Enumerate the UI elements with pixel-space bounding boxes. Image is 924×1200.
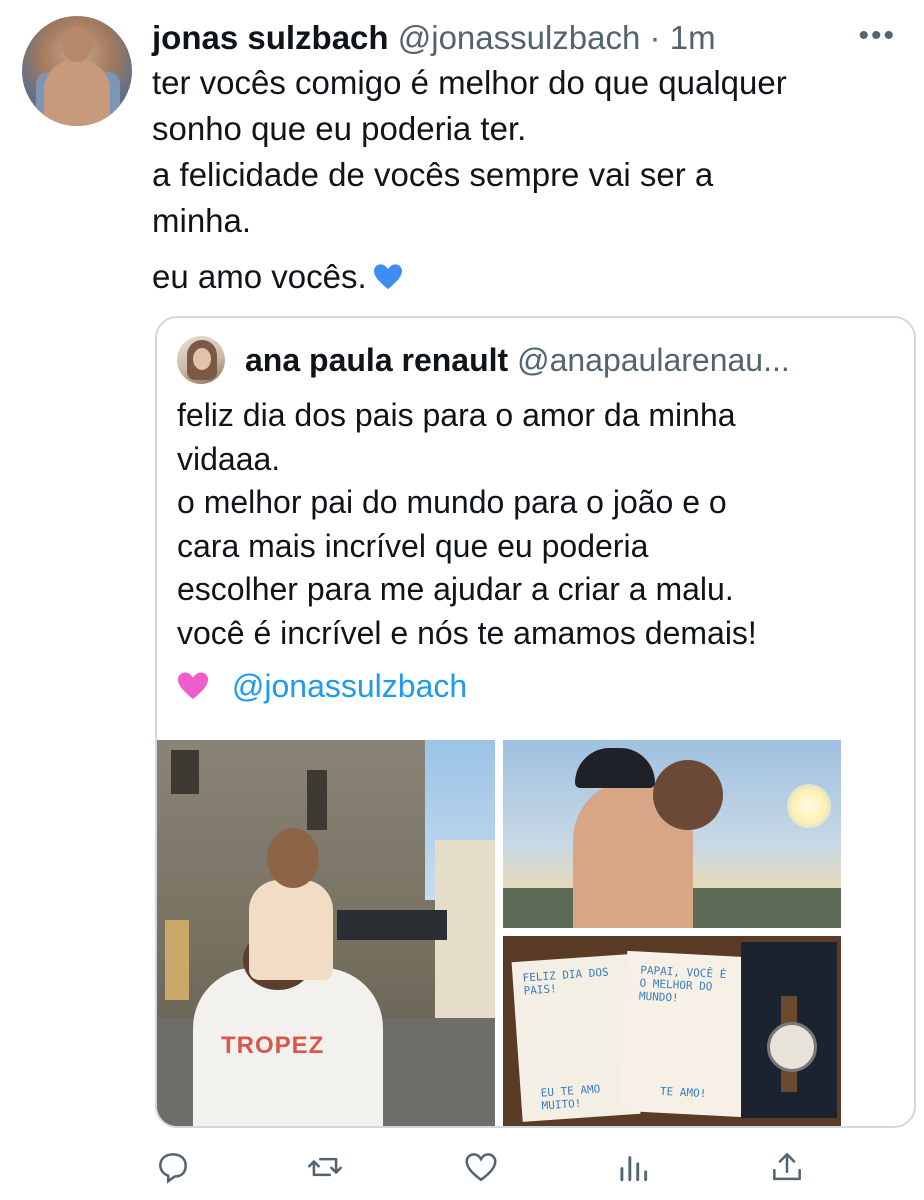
tweet-line: minha. (152, 202, 252, 239)
action-bar (0, 1140, 924, 1190)
retweet-icon[interactable] (306, 1148, 344, 1186)
card-1-bottom: EU TE AMO MUITO! (540, 1082, 601, 1113)
quoted-tweet[interactable]: ana paula renault @anapaularenau... feli… (155, 316, 916, 1128)
photo-cap (575, 748, 655, 788)
like-icon[interactable] (462, 1148, 500, 1186)
quoted-text: feliz dia dos pais para o amor da minha … (177, 394, 897, 655)
card-1-text: FELIZ DIA DOS PAIS! (522, 965, 610, 998)
tweet-line: sonho que eu poderia ter. (152, 110, 527, 147)
photo-shirt-text: TROPEZ (221, 1032, 325, 1059)
photo-awning (337, 910, 447, 940)
photo-cards-watch[interactable]: FELIZ DIA DOS PAIS! EU TE AMO MUITO! PAP… (503, 936, 841, 1126)
photo-kid (249, 880, 333, 980)
tweet-text: ter vocês comigo é melhor do que qualque… (152, 60, 912, 300)
tweet-last-text: eu amo vocês. (152, 258, 367, 295)
photo-kid-head (267, 828, 319, 888)
tweet-last-line: eu amo vocês. (152, 254, 912, 300)
separator-dot: · (649, 19, 661, 56)
author-name[interactable]: jonas sulzbach (152, 19, 389, 56)
card-2-text: PAPAI, VOCÊ É O MELHOR DO MUNDO! (638, 963, 727, 1005)
pink-heart-icon (178, 672, 208, 699)
photo-sun (787, 784, 831, 828)
photo-watch (767, 1022, 817, 1072)
quoted-line: feliz dia dos pais para o amor da minha (177, 397, 736, 433)
author-handle[interactable]: @jonassulzbach (398, 19, 641, 56)
tweet-line: a felicidade de vocês sempre vai ser a (152, 156, 714, 193)
avatar-body (44, 60, 110, 126)
quoted-line: cara mais incrível que eu poderia (177, 527, 649, 564)
photo-window (307, 770, 327, 830)
quoted-header: ana paula renault @anapaularenau... (245, 338, 790, 382)
card-2-bottom: TE AMO! (659, 1084, 707, 1101)
quoted-mention-line: @jonassulzbach (177, 664, 467, 708)
more-options-icon[interactable]: ••• (858, 21, 896, 51)
avatar-head (62, 26, 92, 62)
reply-icon[interactable] (154, 1148, 192, 1186)
author-avatar[interactable] (22, 16, 132, 126)
quoted-line: o melhor pai do mundo para o joão e o (177, 484, 727, 520)
quoted-author-avatar[interactable] (177, 336, 225, 384)
quoted-line: escolher para me ajudar a criar a malu. (177, 571, 734, 607)
tweet: jonas sulzbach @jonassulzbach · 1m ••• t… (0, 0, 924, 1200)
tweet-time[interactable]: 1m (670, 19, 716, 56)
photo-street-father-daughter[interactable]: TROPEZ (157, 740, 495, 1126)
mention-link[interactable]: @jonassulzbach (232, 668, 467, 704)
quoted-avatar-face (193, 348, 211, 370)
photo-person-head (653, 760, 723, 830)
share-icon[interactable] (768, 1148, 806, 1186)
views-icon[interactable] (614, 1148, 652, 1186)
photo-hug-sunset[interactable] (503, 740, 841, 928)
photo-grid: TROPEZ FELIZ DIA DOS PAIS! EU TE AMO MUI… (157, 740, 914, 1126)
tweet-header: jonas sulzbach @jonassulzbach · 1m (152, 16, 716, 60)
quoted-line: você é incrível e nós te amamos demais! (177, 614, 757, 651)
photo-window (165, 920, 189, 1000)
photo-window (171, 750, 199, 794)
photo-card-2: PAPAI, VOCÊ É O MELHOR DO MUNDO! TE AMO! (618, 950, 752, 1118)
quoted-line: vidaaa. (177, 440, 281, 477)
quoted-author-handle[interactable]: @anapaularenau... (517, 342, 790, 378)
tweet-line: ter vocês comigo é melhor do que qualque… (152, 64, 787, 101)
blue-heart-icon (373, 264, 402, 290)
quoted-author-name[interactable]: ana paula renault (245, 342, 508, 378)
